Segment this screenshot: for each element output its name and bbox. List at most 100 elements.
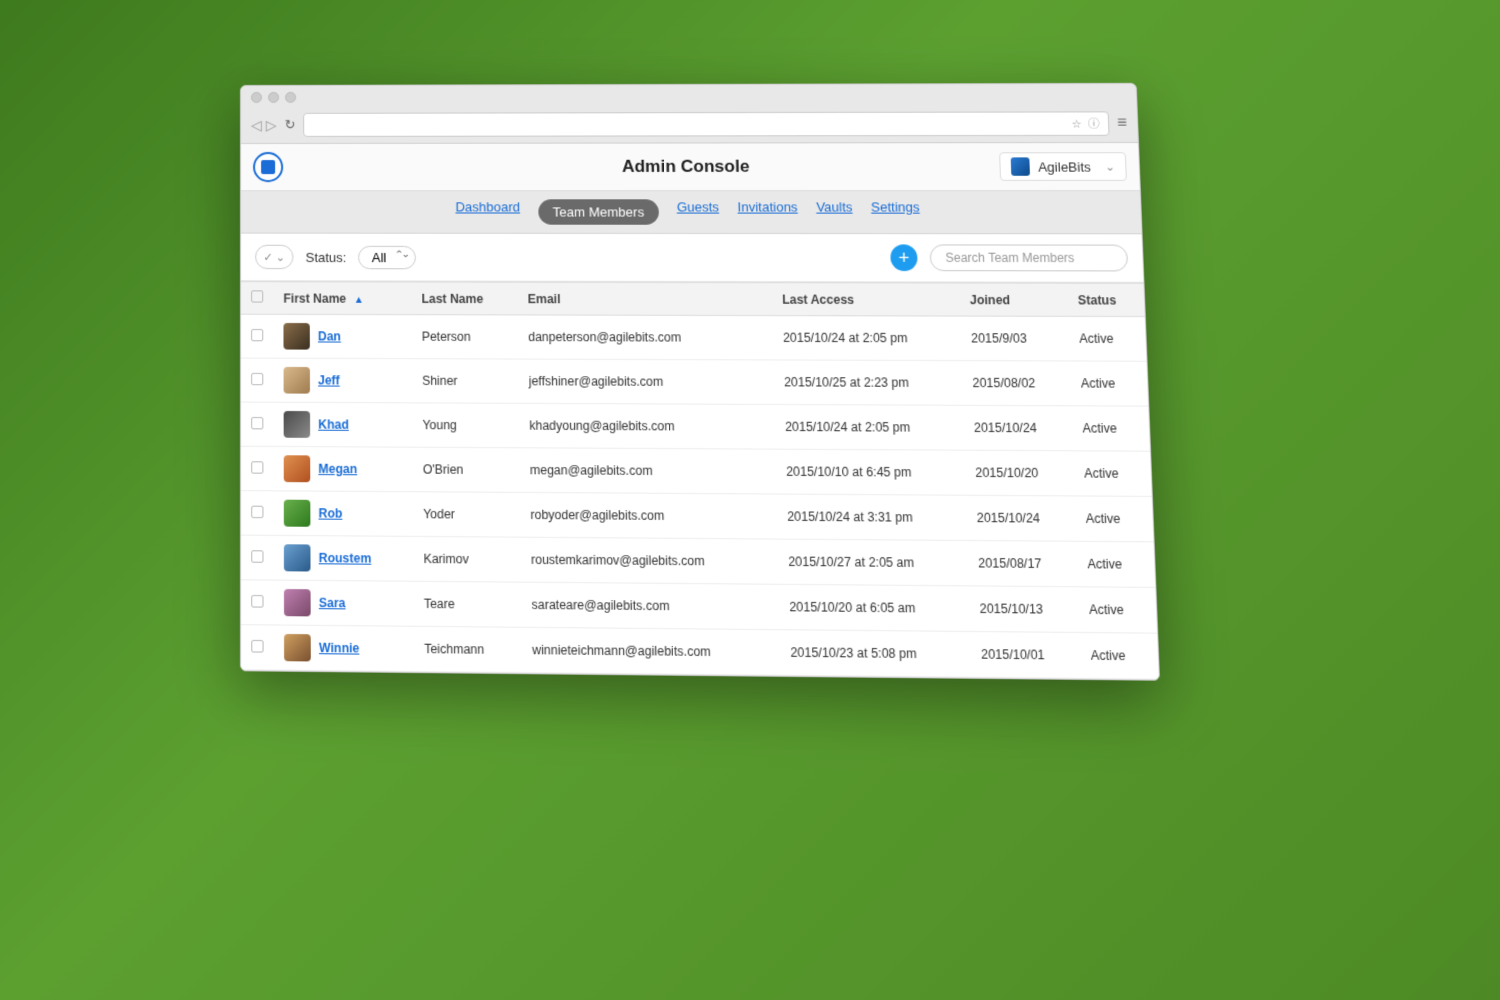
table-row: JeffShinerjeffshiner@agilebits.com2015/1… [241,358,1148,406]
window-maximize-icon[interactable] [285,92,296,103]
status-filter-label: Status: [306,249,347,264]
member-status: Active [1071,406,1150,451]
member-last-name: Shiner [412,359,519,404]
row-checkbox[interactable] [251,329,263,341]
member-email: megan@agilebits.com [519,448,776,494]
table-row: Megan O'Brienmegan@agilebits.com2015/10/1… [241,446,1152,496]
member-last-name: O'Brien [412,447,519,492]
status-filter-select[interactable]: All [359,245,416,268]
info-icon[interactable]: ⓘ [1088,115,1100,131]
row-checkbox[interactable] [251,594,263,607]
member-first-name-link[interactable]: Jeff [318,373,340,387]
member-last-access: 2015/10/24 at 2:05 pm [772,316,961,361]
page-title: Admin Console [622,157,750,177]
row-checkbox[interactable] [251,639,263,652]
member-email: robyoder@agilebits.com [520,492,777,539]
row-checkbox[interactable] [251,372,263,384]
tab-settings[interactable]: Settings [871,199,920,225]
col-joined[interactable]: Joined [959,283,1068,316]
check-icon: ✓ [263,250,272,263]
nav-arrows: ◁ ▷ [251,116,277,133]
reload-icon[interactable]: ↻ [285,117,296,133]
bookmark-star-icon[interactable]: ☆ [1071,117,1082,130]
browser-chrome: ◁ ▷ ↻ ☆ ⓘ ≡ [241,84,1138,144]
account-switcher[interactable]: AgileBits ⌄ [999,152,1127,181]
member-last-access: 2015/10/24 at 3:31 pm [776,494,967,540]
member-status: Active [1076,541,1155,587]
member-email: roustemkarimov@agilebits.com [520,537,778,584]
browser-menu-icon[interactable]: ≡ [1117,114,1127,132]
member-last-access: 2015/10/25 at 2:23 pm [773,360,963,405]
member-first-name-link[interactable]: Khad [318,417,349,432]
app-header: Admin Console AgileBits ⌄ [241,143,1140,191]
row-checkbox[interactable] [251,416,263,428]
avatar [284,411,311,438]
member-last-name: Teare [413,581,521,627]
member-joined: 2015/9/03 [960,316,1070,361]
bulk-select-toggle[interactable]: ✓ ⌄ [255,245,293,269]
member-last-access: 2015/10/20 at 6:05 am [778,584,969,631]
account-name: AgileBits [1038,159,1091,174]
table-row: DanPetersondanpeterson@agilebits.com2015… [241,314,1146,361]
member-first-name-link[interactable]: Winnie [319,641,359,656]
select-all-checkbox[interactable] [251,290,263,302]
member-last-access: 2015/10/23 at 5:08 pm [779,630,971,678]
member-last-name: Yoder [413,492,521,537]
col-last-access[interactable]: Last Access [771,283,960,316]
col-first-name-label: First Name [283,291,346,305]
tab-guests[interactable]: Guests [677,199,720,224]
col-last-name[interactable]: Last Name [411,282,518,315]
col-email[interactable]: Email [517,282,772,315]
sort-asc-icon: ▲ [354,294,364,305]
member-first-name-link[interactable]: Sara [319,596,346,611]
member-joined: 2015/08/02 [961,361,1071,406]
avatar [284,544,311,571]
chevron-down-icon: ⌄ [1105,160,1115,173]
member-joined: 2015/10/24 [963,405,1073,450]
table-row: Winnie Teichmannwinnieteichmann@agilebits… [241,625,1159,679]
avatar [284,455,311,482]
row-checkbox[interactable] [251,461,263,473]
col-first-name[interactable]: First Name ▲ [273,282,411,315]
table-header-row: First Name ▲ Last Name Email Last Access… [241,282,1145,317]
member-last-access: 2015/10/24 at 2:05 pm [774,404,964,450]
tab-invitations[interactable]: Invitations [737,199,798,225]
table-row: Roustem Karimovroustemkarimov@agilebits.c… [241,535,1155,587]
avatar [284,634,311,662]
add-member-button[interactable]: + [890,244,918,271]
account-logo-icon [1011,157,1030,175]
col-status[interactable]: Status [1067,283,1145,316]
window-close-icon[interactable] [251,92,262,103]
member-joined: 2015/08/17 [967,540,1078,586]
member-last-access: 2015/10/10 at 6:45 pm [775,449,965,495]
tab-dashboard[interactable]: Dashboard [455,199,520,224]
avatar [284,589,311,616]
search-input[interactable] [929,244,1128,271]
member-first-name-link[interactable]: Dan [318,329,341,343]
member-first-name-link[interactable]: Rob [319,506,343,521]
member-joined: 2015/10/13 [968,586,1079,633]
member-status: Active [1078,587,1158,633]
app-logo-icon[interactable] [253,152,283,182]
member-first-name-link[interactable]: Megan [318,462,357,477]
tab-team-members[interactable]: Team Members [538,199,658,224]
member-last-name: Young [412,403,519,448]
url-field[interactable]: ☆ ⓘ [304,111,1110,137]
member-joined: 2015/10/01 [970,631,1081,678]
forward-icon[interactable]: ▷ [266,116,277,133]
member-email: winnieteichmann@agilebits.com [521,627,780,675]
avatar [283,323,309,350]
window-minimize-icon[interactable] [268,92,279,103]
member-status: Active [1068,316,1147,361]
row-checkbox[interactable] [251,505,263,518]
row-checkbox[interactable] [251,550,263,563]
member-email: sarateare@agilebits.com [521,582,779,630]
member-last-name: Peterson [411,315,518,359]
tab-vaults[interactable]: Vaults [816,199,853,225]
member-first-name-link[interactable]: Roustem [319,551,372,566]
member-last-name: Teichmann [414,626,522,672]
avatar [284,367,310,394]
back-icon[interactable]: ◁ [251,116,262,133]
member-last-name: Karimov [413,536,521,582]
member-status: Active [1073,451,1152,497]
